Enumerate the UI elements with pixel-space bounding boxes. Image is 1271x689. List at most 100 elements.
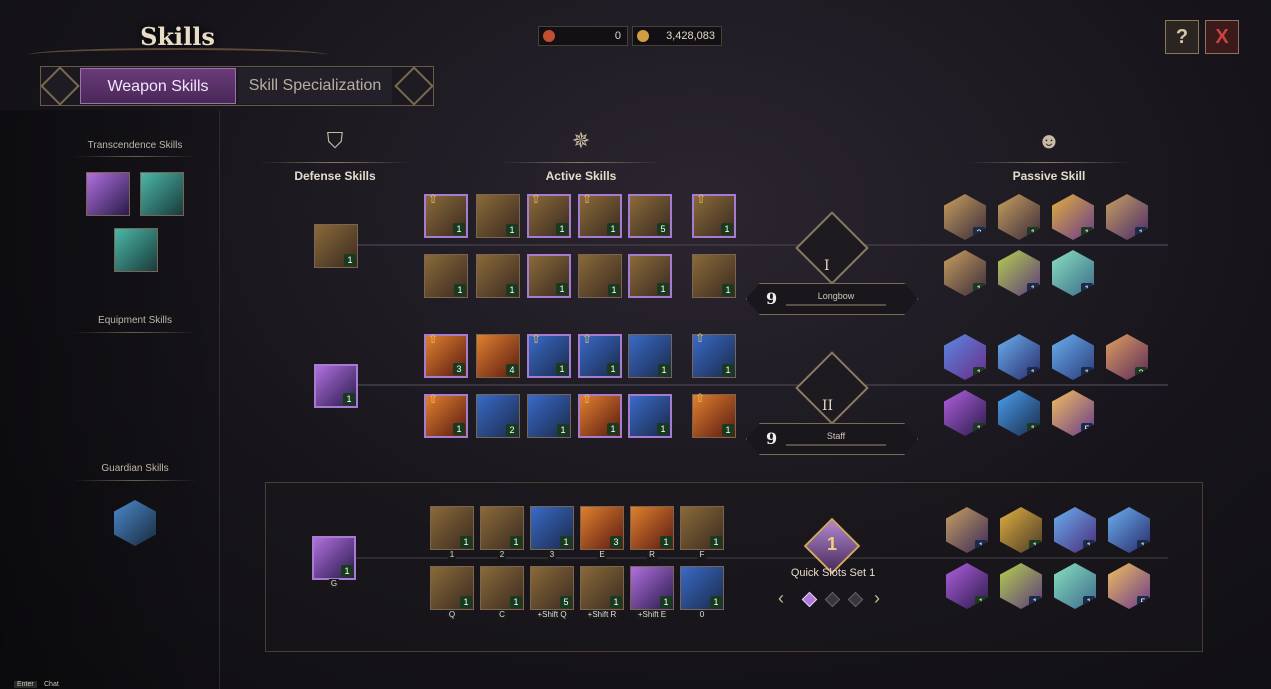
active-skill[interactable]: 1 <box>527 394 571 438</box>
active-skill[interactable]: ⇧ 1 <box>692 192 736 238</box>
active-skill[interactable]: 1 <box>527 254 571 298</box>
active-skill[interactable]: 1 <box>476 194 520 238</box>
active-skill[interactable]: 1 <box>628 334 672 378</box>
active-skill[interactable]: 1 <box>628 254 672 298</box>
upgrade-arrow-icon: ⇧ <box>695 391 706 405</box>
skill-level: 1 <box>343 393 355 405</box>
active-skill[interactable]: 1 <box>692 254 736 298</box>
quick-slot[interactable]: 1Q <box>430 566 474 619</box>
help-button[interactable]: ? <box>1165 20 1199 54</box>
active-skill[interactable]: ⇧ 1 <box>424 392 468 438</box>
transcendence-skill-3[interactable] <box>114 228 158 272</box>
skill-level: 1 <box>608 284 620 296</box>
upgrade-arrow-icon: ⇧ <box>428 192 439 206</box>
skill-level: 1 <box>710 596 722 608</box>
longbow-weapon-icon[interactable] <box>795 211 869 285</box>
quick-slot[interactable]: 12 <box>480 506 524 559</box>
passive-skill[interactable]: 1 <box>998 334 1040 380</box>
quick-slot[interactable]: 1 +Shift E <box>630 566 674 619</box>
skill-point-value: 0 <box>614 30 621 42</box>
active-skill[interactable]: ⇧ 1 <box>692 391 736 438</box>
skill-level: 1 <box>610 596 622 608</box>
quick-slot[interactable]: 10 <box>680 566 724 619</box>
active-skill[interactable]: 1 <box>424 254 468 298</box>
defense-skill-staff[interactable]: 1 <box>314 364 358 408</box>
skill-level: 4 <box>506 364 518 376</box>
active-skill[interactable]: 2 <box>476 394 520 438</box>
quick-slot[interactable]: 5 +Shift Q <box>530 566 574 619</box>
skill-level: 1 <box>722 364 734 376</box>
skill-level: 1 <box>454 284 466 296</box>
active-skill[interactable]: 1 <box>628 394 672 438</box>
active-skill[interactable]: ⇧ 1 <box>578 332 622 378</box>
passive-skill[interactable]: 1 <box>944 334 986 380</box>
transcendence-skill-1[interactable] <box>86 172 130 216</box>
hotkey-label: +Shift E <box>635 610 669 619</box>
skill-level: 2 <box>973 227 985 239</box>
passive-skill[interactable]: 3 <box>1106 334 1148 380</box>
quick-slot[interactable]: 1C <box>480 566 524 619</box>
active-skill[interactable]: ⇧ 1 <box>527 332 571 378</box>
quick-slot[interactable]: 13 <box>530 506 574 559</box>
skill-level: 1 <box>722 424 734 436</box>
passive-skill[interactable]: 5 <box>1052 390 1094 436</box>
quick-slot[interactable]: 1 +Shift R <box>580 566 624 619</box>
passive-skill[interactable]: 1 <box>1052 194 1094 240</box>
active-skill[interactable]: 5 <box>628 194 672 238</box>
tab-skill-specialization[interactable]: Skill Specialization <box>238 68 392 104</box>
chevron-left-icon[interactable]: ‹ <box>778 588 784 609</box>
passive-skill[interactable]: 1 <box>998 390 1040 436</box>
active-skill[interactable]: 4 <box>476 334 520 378</box>
skill-level: 1 <box>657 423 669 435</box>
passive-skill[interactable]: 1 <box>1106 194 1148 240</box>
skill-level: 1 <box>973 423 985 435</box>
active-skill[interactable]: ⇧ 3 <box>424 332 468 378</box>
skill-level: 1 <box>1081 283 1093 295</box>
skill-level: 1 <box>557 424 569 436</box>
skill-level: 1 <box>722 284 734 296</box>
active-skill[interactable]: ⇧ 1 <box>424 192 468 238</box>
quick-slots-panel <box>265 482 1203 652</box>
passive-skill[interactable]: 1 <box>944 250 986 296</box>
hotkey-label: +Shift Q <box>535 610 569 619</box>
quick-slot-defense[interactable]: 1G <box>312 536 356 588</box>
close-button[interactable]: X <box>1205 20 1239 54</box>
active-skill[interactable]: ⇧ 1 <box>578 192 622 238</box>
star-icon: ✵ <box>571 128 591 153</box>
defense-skill-longbow[interactable]: 1 <box>314 224 358 268</box>
quick-slot[interactable]: 3E <box>580 506 624 559</box>
chevron-right-icon[interactable]: › <box>874 588 880 609</box>
hotkey-label: +Shift R <box>585 610 619 619</box>
chat-label[interactable]: Chat <box>44 681 59 688</box>
upgrade-arrow-icon: ⇧ <box>696 192 707 206</box>
quick-slot[interactable]: 1R <box>630 506 674 559</box>
skill-level: 1 <box>1081 367 1093 379</box>
passive-skill[interactable]: 1 <box>1052 334 1094 380</box>
quick-slot[interactable]: 1F <box>680 506 724 559</box>
transcendence-skill-2[interactable] <box>140 172 184 216</box>
passive-skill[interactable]: 2 <box>944 194 986 240</box>
active-skill[interactable]: ⇧ 1 <box>692 331 736 378</box>
active-skill[interactable]: ⇧ 1 <box>527 192 571 238</box>
weapon-exp-bar <box>786 444 886 446</box>
skill-level: 1 <box>1081 227 1093 239</box>
upgrade-arrow-icon: ⇧ <box>428 392 439 406</box>
weapon-level: 9 <box>766 429 778 448</box>
passive-skill[interactable]: 1 <box>1052 250 1094 296</box>
skill-level: 1 <box>510 536 522 548</box>
passive-skill[interactable]: 1 <box>998 250 1040 296</box>
upgrade-arrow-icon: ⇧ <box>428 332 439 346</box>
passive-skill[interactable]: 1 <box>998 194 1040 240</box>
active-skill[interactable]: 1 <box>476 254 520 298</box>
skill-point-icon <box>543 30 555 42</box>
tab-weapon-skills[interactable]: Weapon Skills <box>80 68 236 104</box>
quick-slot[interactable]: 11 <box>430 506 474 559</box>
quick-slot-set-number: 1 <box>826 534 837 554</box>
active-skill[interactable]: ⇧ 1 <box>578 392 622 438</box>
skill-level: 1 <box>607 423 619 435</box>
passive-skill[interactable]: 1 <box>944 390 986 436</box>
title-ornament <box>28 48 328 62</box>
close-icon: X <box>1215 26 1229 48</box>
weapon-name: Staff <box>826 431 846 441</box>
active-skill[interactable]: 1 <box>578 254 622 298</box>
